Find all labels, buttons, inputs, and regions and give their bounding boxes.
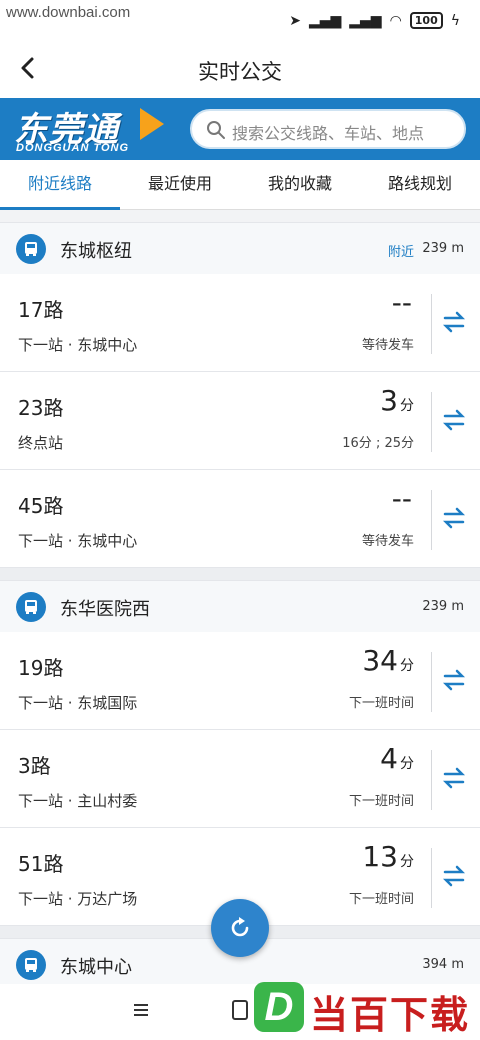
station-distance: 239 m: [422, 599, 464, 614]
station-header[interactable]: 东城枢纽 附近 239 m: [0, 222, 480, 274]
page-title: 实时公交: [198, 60, 282, 84]
route-row[interactable]: 45路 下一站 · 东城中心 -- 等待发车: [0, 470, 480, 568]
brand-header: 东莞通 DONGGUAN TONG 搜索公交线路、车站、地点: [0, 98, 480, 160]
route-row[interactable]: 3路 下一站 · 主山村委 4分 下一班时间: [0, 730, 480, 828]
route-eta: 13 分: [362, 840, 414, 873]
status-icons: ➤ ▂▄▆ ▂▄▆ ◠ 100 ϟ: [289, 12, 460, 29]
route-row[interactable]: 23路 终点站 3分 16分 ; 25分: [0, 372, 480, 470]
tab-nearby-routes[interactable]: 附近线路: [0, 160, 120, 210]
divider: [431, 490, 432, 550]
station-distance: 394 m: [422, 957, 464, 972]
route-status: 下一班时间: [348, 794, 414, 809]
refresh-icon: [231, 917, 249, 937]
logo-arrow-icon: [140, 108, 164, 140]
bus-station-icon: [16, 950, 46, 980]
route-next-stop: 下一站 · 主山村委: [18, 792, 138, 810]
status-bar: www.downbai.com ➤ ▂▄▆ ▂▄▆ ◠ 100 ϟ: [0, 0, 480, 40]
tab-favorites[interactable]: 我的收藏: [240, 160, 360, 209]
swap-direction-icon[interactable]: [442, 668, 466, 692]
home-icon[interactable]: [232, 1000, 248, 1020]
route-next-stop: 终点站: [18, 434, 64, 452]
route-status: 下一班时间: [348, 696, 414, 711]
search-input[interactable]: 搜索公交线路、车站、地点: [190, 109, 466, 149]
route-name: 23路: [18, 396, 64, 420]
route-status: 下一班时间: [348, 892, 414, 907]
route-row[interactable]: 17路 下一站 · 东城中心 -- 等待发车: [0, 274, 480, 372]
tab-bar: 附近线路 最近使用 我的收藏 路线规划: [0, 160, 480, 210]
route-eta: 4分: [380, 742, 414, 775]
signal-icon-2: ▂▄▆: [349, 12, 382, 29]
location-icon: ➤: [289, 12, 301, 29]
search-icon: [207, 121, 225, 139]
route-status: 等待发车: [361, 338, 414, 353]
divider: [431, 848, 432, 908]
eta-value: 3: [380, 384, 398, 417]
watermark-url: www.downbai.com: [6, 4, 131, 21]
route-next-stop: 下一站 · 东城中心: [18, 532, 138, 550]
divider: [431, 652, 432, 712]
route-eta: --: [392, 482, 414, 515]
eta-unit: 分: [400, 658, 414, 674]
divider: [431, 392, 432, 452]
route-next-stop: 下一站 · 东城中心: [18, 336, 138, 354]
route-eta: --: [392, 286, 414, 319]
route-name: 19路: [18, 656, 64, 680]
tab-route-planning[interactable]: 路线规划: [360, 160, 480, 209]
eta-value: 4: [380, 742, 398, 775]
watermark-text: 当百下载: [310, 993, 471, 1037]
swap-direction-icon[interactable]: [442, 310, 466, 334]
route-next-stop: 下一站 · 万达广场: [18, 890, 138, 908]
app-logo: 东莞通 DONGGUAN TONG: [14, 102, 174, 156]
eta-value: --: [391, 286, 412, 319]
route-status: 等待发车: [361, 534, 414, 549]
route-next-stop: 下一站 · 东城国际: [18, 694, 138, 712]
refresh-button[interactable]: [211, 899, 269, 957]
divider: [431, 294, 432, 354]
swap-direction-icon[interactable]: [442, 506, 466, 530]
charging-icon: ϟ: [450, 12, 460, 29]
app-bar: 实时公交: [0, 40, 480, 98]
signal-icon: ▂▄▆: [308, 12, 342, 29]
logo-text-en: DONGGUAN TONG: [16, 142, 130, 154]
station-distance: 239 m: [422, 241, 464, 256]
eta-unit: 分: [400, 398, 414, 414]
search-placeholder: 搜索公交线路、车站、地点: [232, 124, 425, 143]
tab-recent[interactable]: 最近使用: [120, 160, 240, 209]
route-name: 45路: [18, 494, 64, 518]
route-eta: 34 分: [362, 644, 414, 677]
route-status: 16分 ; 25分: [342, 436, 414, 451]
station-name: 东城中心: [60, 957, 132, 978]
eta-unit: 分: [400, 854, 414, 870]
watermark-logo: D 当百下载: [254, 978, 476, 1038]
station-header[interactable]: 东华医院西 239 m: [0, 580, 480, 632]
route-name: 3路: [18, 754, 51, 778]
swap-direction-icon[interactable]: [442, 408, 466, 432]
swap-direction-icon[interactable]: [442, 864, 466, 888]
bus-station-icon: [16, 592, 46, 622]
watermark-d-icon: D: [254, 982, 304, 1032]
station-name: 东城枢纽: [60, 241, 132, 262]
divider: [431, 750, 432, 810]
route-row[interactable]: 19路 下一站 · 东城国际 34 分 下一班时间: [0, 632, 480, 730]
nearby-badge: 附近: [387, 245, 414, 260]
route-eta: 3分: [380, 384, 414, 417]
route-name: 17路: [18, 298, 64, 322]
route-name: 51路: [18, 852, 64, 876]
section-gap: [0, 568, 480, 580]
wifi-icon: ◠: [389, 12, 402, 29]
eta-value: 13: [362, 840, 398, 873]
bus-station-icon: [16, 234, 46, 264]
menu-icon[interactable]: [132, 1002, 150, 1018]
eta-unit: 分: [400, 756, 414, 772]
eta-value: --: [391, 482, 412, 515]
battery-icon: 100: [409, 12, 443, 29]
swap-direction-icon[interactable]: [442, 766, 466, 790]
station-name: 东华医院西: [60, 599, 150, 620]
eta-value: 34: [362, 644, 398, 677]
